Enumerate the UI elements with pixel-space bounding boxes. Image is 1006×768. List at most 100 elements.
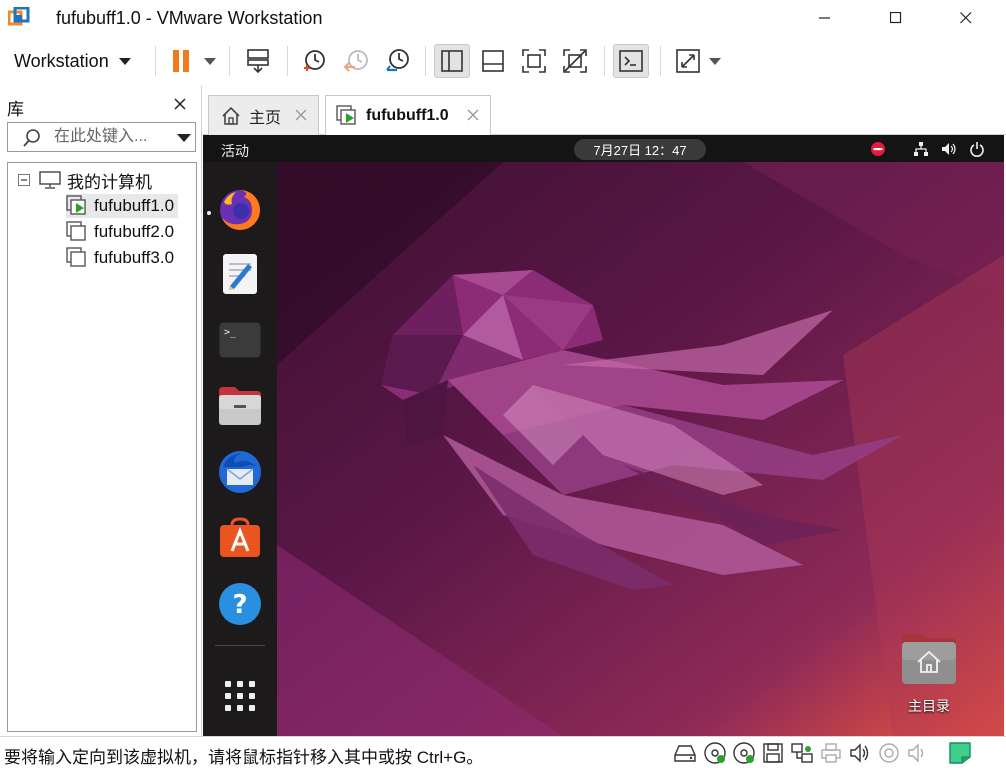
pause-button[interactable] — [163, 44, 199, 78]
tab-home[interactable]: 主页 — [208, 95, 319, 135]
files-icon[interactable] — [216, 382, 264, 430]
vmware-logo-icon — [7, 6, 30, 29]
revert-snapshot-button[interactable] — [338, 44, 374, 78]
ubuntu-wallpaper — [203, 135, 1004, 736]
stretch-guest-button[interactable] — [670, 44, 706, 78]
snapshot-take-icon — [304, 50, 325, 71]
maximize-button[interactable] — [873, 0, 919, 36]
message-icon[interactable] — [948, 741, 972, 765]
printer-icon[interactable] — [819, 741, 843, 765]
app-center-icon[interactable] — [216, 514, 264, 562]
sound-icon[interactable] — [848, 741, 872, 765]
library-panel: 库 我的计算机 fufubuff1.0 fufubuff2.0 fufubuff3.0 — [0, 86, 202, 736]
network-icon[interactable] — [912, 140, 930, 158]
library-search-box[interactable] — [7, 122, 196, 152]
collapse-toggle-icon[interactable] — [18, 174, 30, 186]
pause-icon — [173, 50, 189, 72]
unity-button[interactable] — [557, 44, 593, 78]
take-snapshot-button[interactable] — [296, 44, 332, 78]
date-time-clock[interactable]: 7月27日 12：47 — [574, 139, 706, 160]
tab-vm-fufubuff1[interactable]: fufubuff1.0 — [325, 95, 491, 136]
display-icon[interactable] — [906, 741, 930, 765]
chevron-down-icon[interactable] — [177, 134, 191, 142]
tree-root-label: 我的计算机 — [67, 172, 152, 192]
console-view-button[interactable] — [613, 44, 649, 78]
vm-running-icon — [66, 195, 86, 215]
unity-icon — [563, 49, 587, 73]
power-icon[interactable] — [968, 140, 986, 158]
console-view-icon — [619, 50, 643, 72]
chevron-down-icon — [118, 57, 131, 65]
hard-disk-icon[interactable] — [673, 741, 697, 765]
desktop-home-label: 主目录 — [908, 698, 950, 714]
toolbar: Workstation — [0, 36, 1006, 86]
show-library-button[interactable] — [434, 44, 470, 78]
tab-strip: 主页 fufubuff1.0 — [203, 86, 1006, 136]
status-message: 要将输入定向到该虚拟机，请将鼠标指针移入其中或按 Ctrl+G。 — [4, 748, 484, 767]
dock-divider — [215, 645, 265, 646]
computer-icon — [39, 171, 61, 189]
volume-icon[interactable] — [940, 140, 958, 158]
show-apps-icon[interactable] — [216, 672, 264, 720]
toolbar-divider — [660, 46, 661, 76]
search-icon — [23, 129, 40, 147]
vm-icon — [66, 247, 86, 267]
do-not-disturb-icon[interactable] — [869, 140, 887, 158]
library-tree: 我的计算机 fufubuff1.0 fufubuff2.0 fufubuff3.0 — [7, 162, 197, 732]
cd-dvd-icon[interactable] — [703, 741, 727, 765]
vm-running-icon — [336, 105, 356, 125]
minimize-icon — [819, 17, 830, 19]
pause-dropdown-icon[interactable] — [204, 58, 216, 65]
show-thumbnail-bar-button[interactable] — [475, 44, 511, 78]
vm-icon — [66, 221, 86, 241]
view-thumbnail-icon — [482, 50, 504, 72]
tree-item-label: fufubuff3.0 — [94, 248, 175, 267]
firefox-icon[interactable] — [216, 186, 264, 234]
close-icon[interactable] — [294, 108, 308, 122]
close-icon — [960, 12, 972, 24]
home-folder-icon — [902, 634, 956, 684]
title-bar: fufubuff1.0 - VMware Workstation — [0, 0, 1006, 36]
thunderbird-icon[interactable] — [216, 448, 264, 496]
close-button[interactable] — [943, 0, 989, 36]
cd-dvd-2-icon[interactable] — [732, 741, 756, 765]
help-icon[interactable]: ? — [216, 580, 264, 628]
svg-text:?: ? — [232, 590, 247, 620]
close-icon[interactable] — [466, 108, 480, 122]
activities-button[interactable]: 活动 — [221, 141, 249, 161]
stretch-dropdown-icon[interactable] — [709, 58, 721, 65]
library-close-button[interactable] — [172, 96, 188, 112]
close-icon — [174, 98, 186, 110]
usb-icon[interactable] — [877, 741, 901, 765]
desktop-home-folder[interactable]: 主目录 — [897, 632, 961, 716]
tree-item-vm[interactable]: fufubuff3.0 — [66, 246, 178, 270]
library-title: 库 — [7, 100, 24, 119]
network-adapter-icon[interactable] — [790, 741, 814, 765]
tab-home-label: 主页 — [249, 109, 282, 127]
svg-text:>_: >_ — [224, 327, 237, 338]
snapshot-manager-button[interactable] — [379, 44, 415, 78]
library-search-input[interactable] — [54, 127, 170, 147]
text-editor-icon[interactable] — [216, 250, 264, 298]
tree-item-vm[interactable]: fufubuff1.0 — [66, 194, 179, 218]
toolbar-divider — [229, 46, 230, 76]
running-indicator — [207, 211, 211, 215]
terminal-icon[interactable]: >_ — [216, 316, 264, 364]
fullscreen-button[interactable] — [516, 44, 552, 78]
minimize-button[interactable] — [802, 0, 848, 36]
toolbar-divider — [155, 46, 156, 76]
gnome-top-bar: 活动 7月27日 12：47 — [203, 135, 1004, 162]
send-ctrl-alt-del-button[interactable] — [240, 44, 276, 78]
tree-item-label: fufubuff1.0 — [94, 196, 175, 215]
window-title: fufubuff1.0 - VMware Workstation — [56, 8, 323, 28]
workstation-menu-button[interactable]: Workstation — [6, 44, 139, 78]
stretch-icon — [676, 49, 700, 73]
tree-item-vm[interactable]: fufubuff2.0 — [66, 220, 178, 244]
tab-vm-label: fufubuff1.0 — [366, 107, 449, 124]
tree-root-my-computer[interactable]: 我的计算机 — [18, 168, 152, 192]
floppy-icon[interactable] — [761, 741, 785, 765]
toolbar-divider — [604, 46, 605, 76]
toolbar-divider — [287, 46, 288, 76]
tree-item-label: fufubuff2.0 — [94, 222, 175, 241]
vm-console[interactable]: 活动 7月27日 12：47 >_ ? 主目录 — [203, 135, 1004, 736]
